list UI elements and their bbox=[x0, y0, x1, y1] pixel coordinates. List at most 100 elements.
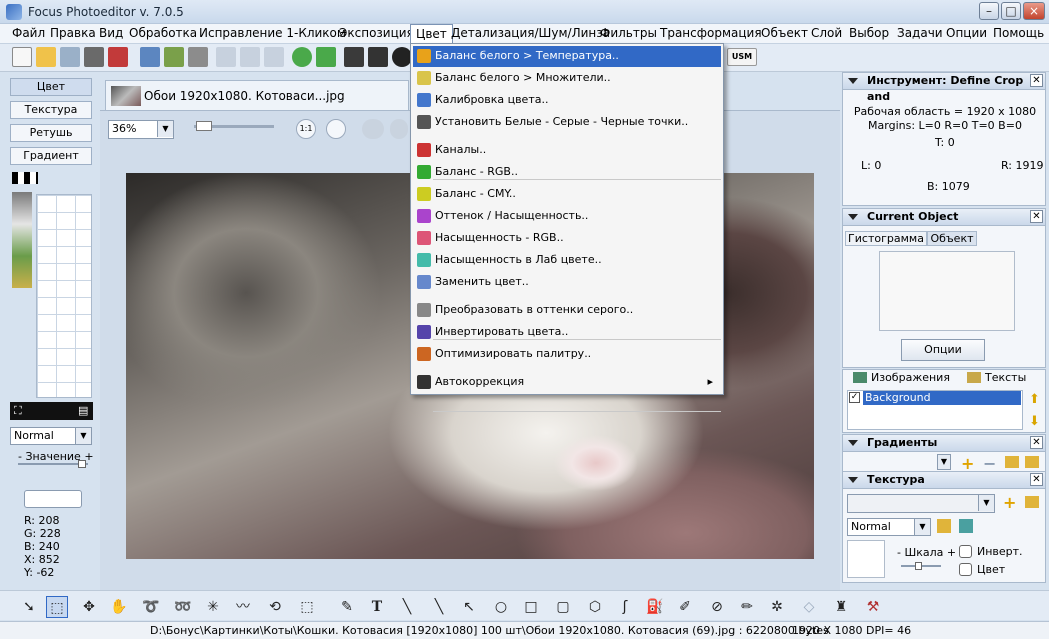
menu-layer[interactable]: Слой bbox=[806, 24, 847, 44]
menu-icon[interactable]: ▤ bbox=[78, 404, 88, 417]
rectangle-tool-icon[interactable]: □ bbox=[520, 596, 542, 618]
undo-icon[interactable] bbox=[362, 119, 384, 139]
menu-item-channels[interactable]: Каналы.. bbox=[413, 140, 721, 161]
freehand-select-icon[interactable]: 〰 bbox=[232, 596, 254, 618]
menu-item-optimize-palette[interactable]: Оптимизировать палитру.. bbox=[413, 344, 721, 365]
gradient-dropdown-arrow[interactable]: ▼ bbox=[937, 454, 951, 470]
chevron-down-icon[interactable]: ▼ bbox=[75, 428, 91, 444]
eyedropper-icon[interactable]: ✎ bbox=[336, 596, 358, 618]
invert-checkbox[interactable] bbox=[959, 545, 972, 558]
clone-icon[interactable] bbox=[140, 47, 160, 67]
magic-wand-icon[interactable]: ✳ bbox=[202, 596, 224, 618]
menu-item-balance-cmy[interactable]: Баланс - CMY.. bbox=[413, 184, 721, 205]
close-icon[interactable]: ✕ bbox=[1030, 436, 1043, 449]
menu-item-auto-correction[interactable]: Автокоррекция ▸ bbox=[413, 372, 721, 393]
close-icon[interactable]: ✕ bbox=[1030, 473, 1043, 486]
fullscreen-icon[interactable]: ⛶ bbox=[14, 404, 22, 418]
maximize-button[interactable]: □ bbox=[1001, 2, 1021, 20]
layer-item-background[interactable]: Background bbox=[863, 391, 1021, 405]
close-icon[interactable]: ✕ bbox=[1030, 210, 1043, 223]
hand-icon[interactable]: ✋ bbox=[108, 596, 130, 618]
curve-tool-icon[interactable]: ʃ bbox=[614, 596, 636, 618]
menu-edit[interactable]: Правка bbox=[45, 24, 101, 44]
layer-visible-checkbox[interactable]: ✓ bbox=[849, 392, 860, 403]
texture-header[interactable]: Текстура ✕ bbox=[843, 472, 1045, 489]
collapse-icon[interactable] bbox=[848, 78, 858, 84]
value-slider[interactable] bbox=[18, 460, 88, 468]
menu-one-click-fix[interactable]: Исправление 1-Кликом bbox=[194, 24, 351, 44]
options-button[interactable]: Опции bbox=[901, 339, 985, 361]
menu-item-saturation-lab[interactable]: Насыщенность в Лаб цвете.. bbox=[413, 250, 721, 271]
collapse-icon[interactable] bbox=[848, 440, 858, 446]
menu-item-color-calibration[interactable]: Калибровка цвета.. bbox=[413, 90, 721, 111]
tab-gradient[interactable]: Градиент bbox=[10, 147, 92, 165]
tab-object[interactable]: Объект bbox=[927, 231, 977, 246]
rotate-right-icon[interactable] bbox=[240, 47, 260, 67]
zoom-slider-handle[interactable] bbox=[196, 121, 212, 131]
texture-folder-icon[interactable] bbox=[937, 519, 951, 533]
menu-exposure[interactable]: Экспозиция bbox=[334, 24, 419, 44]
rotate-left-icon[interactable] bbox=[216, 47, 236, 67]
retouch-icon[interactable]: ⚒ bbox=[862, 596, 884, 618]
blur-icon[interactable]: ◇ bbox=[798, 596, 820, 618]
tab-color[interactable]: Цвет bbox=[10, 78, 92, 96]
stamp-icon[interactable]: ♜ bbox=[830, 596, 852, 618]
usm-icon[interactable]: USM bbox=[727, 48, 757, 66]
print-icon[interactable] bbox=[344, 47, 364, 67]
layer-up-icon[interactable]: ⬆ bbox=[1029, 392, 1043, 408]
zoom-select[interactable]: 36% ▼ bbox=[108, 120, 174, 139]
menu-detail[interactable]: Детализация/Шум/Линза bbox=[446, 24, 615, 44]
chevron-down-icon[interactable]: ▼ bbox=[978, 495, 994, 511]
add-texture-icon[interactable]: + bbox=[1003, 493, 1016, 512]
arrow-tool-icon[interactable]: ↖ bbox=[458, 596, 480, 618]
menu-item-hue-saturation[interactable]: Оттенок / Насыщенность.. bbox=[413, 206, 721, 227]
fit-screen-bar[interactable]: ⛶ ▤ bbox=[10, 402, 93, 420]
chevron-down-icon[interactable]: ▼ bbox=[914, 519, 930, 535]
texture-preview[interactable] bbox=[847, 540, 885, 578]
close-button[interactable]: × bbox=[1023, 2, 1045, 20]
document-tab[interactable]: Обои 1920x1080. Котоваси...jpg bbox=[105, 80, 409, 110]
brush-icon[interactable]: ✐ bbox=[674, 596, 696, 618]
apply-icon[interactable] bbox=[292, 47, 312, 67]
menu-tasks[interactable]: Задачи bbox=[892, 24, 948, 44]
layer-down-icon[interactable]: ⬇ bbox=[1029, 414, 1043, 430]
menu-filters[interactable]: Фильтры bbox=[595, 24, 662, 44]
tool-panel-header[interactable]: Инструмент: Define Crop and ✕ bbox=[843, 73, 1045, 103]
menu-item-white-balance-multipliers[interactable]: Баланс белого > Множители.. bbox=[413, 68, 721, 89]
gradients-header[interactable]: Градиенты ✕ bbox=[843, 435, 1045, 452]
line-tool-icon[interactable]: ╲ bbox=[396, 596, 418, 618]
menu-item-set-black-gray-white-points[interactable]: Установить Белые - Серые - Черные точки.… bbox=[413, 112, 721, 133]
menu-item-replace-color[interactable]: Заменить цвет.. bbox=[413, 272, 721, 293]
scale-slider[interactable] bbox=[901, 562, 941, 570]
scan-icon[interactable] bbox=[60, 47, 80, 67]
tab-histogram[interactable]: Гистограмма bbox=[845, 231, 927, 246]
new-file-icon[interactable] bbox=[12, 47, 32, 67]
crop-icon[interactable] bbox=[264, 47, 284, 67]
collapse-icon[interactable] bbox=[848, 214, 858, 220]
chevron-down-icon[interactable]: ▼ bbox=[157, 121, 173, 137]
menu-file[interactable]: Файл bbox=[7, 24, 50, 44]
compare-icon[interactable] bbox=[368, 47, 388, 67]
eraser-icon[interactable]: ⊘ bbox=[706, 596, 728, 618]
menu-item-saturation-rgb[interactable]: Насыщенность - RGB.. bbox=[413, 228, 721, 249]
text-tool-icon[interactable]: T bbox=[366, 596, 388, 618]
move-icon[interactable]: ✥ bbox=[78, 596, 100, 618]
rect-select-icon[interactable]: ⬚ bbox=[46, 596, 68, 618]
tab-retouch[interactable]: Ретушь bbox=[10, 124, 92, 142]
rounded-rect-tool-icon[interactable]: ▢ bbox=[552, 596, 574, 618]
copy-icon[interactable] bbox=[164, 47, 184, 67]
paint-icon[interactable]: ✏ bbox=[736, 596, 758, 618]
lasso-icon[interactable]: ➰ bbox=[140, 596, 162, 618]
menu-transform[interactable]: Трансформация bbox=[655, 24, 767, 44]
polygon-tool-icon[interactable]: ⬡ bbox=[584, 596, 606, 618]
magic-lasso-icon[interactable]: ➿ bbox=[172, 596, 194, 618]
zoom-actual-icon[interactable]: 1:1 bbox=[296, 119, 316, 139]
clone-stamp-icon[interactable]: ✲ bbox=[766, 596, 788, 618]
menu-help[interactable]: Помощь bbox=[988, 24, 1049, 44]
paste-icon[interactable] bbox=[188, 47, 208, 67]
blend-mode-select[interactable]: Normal ▼ bbox=[10, 427, 92, 445]
ellipse-tool-icon[interactable]: ○ bbox=[490, 596, 512, 618]
texture-blend-select[interactable]: Normal ▼ bbox=[847, 518, 931, 536]
open-folder-icon[interactable] bbox=[36, 47, 56, 67]
color-swatches-strip[interactable] bbox=[12, 172, 38, 184]
